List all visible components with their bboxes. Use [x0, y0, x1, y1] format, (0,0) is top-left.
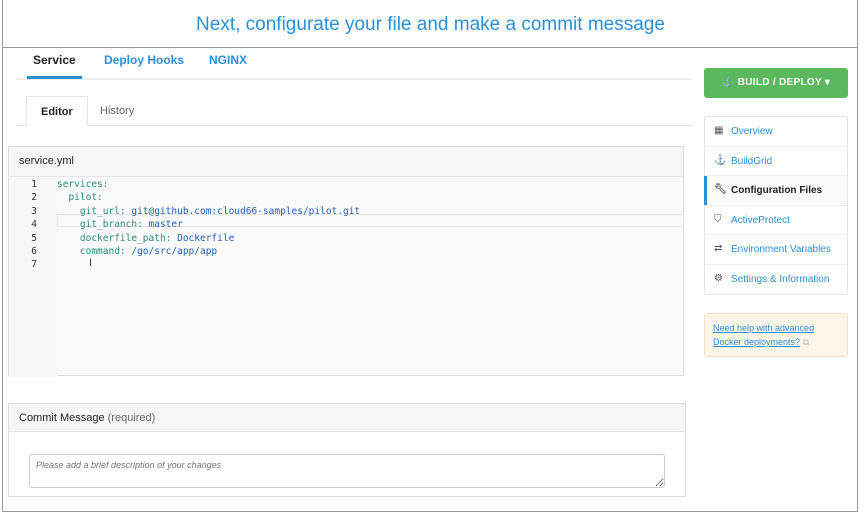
- sidebar-item-buildgrid[interactable]: ⚓ BuildGrid: [705, 147, 847, 176]
- code-text: pilot:: [57, 191, 103, 204]
- help-line-1: Need help with advanced: [713, 323, 815, 333]
- line-number: 2: [31, 192, 37, 204]
- code-text: git_branch: master: [57, 218, 183, 231]
- tab-history[interactable]: History: [86, 96, 148, 127]
- sidebar-nav: ▦ Overview ⚓ BuildGrid 🔧︎ Configuration Fil…: [704, 116, 848, 295]
- line-number: 4: [31, 219, 37, 231]
- code-area[interactable]: 1 services: 2 pilot: 3 git_url: git@github.…: [9, 178, 685, 272]
- tab-service[interactable]: Service: [27, 53, 82, 79]
- yaml-key: git_branch:: [57, 219, 143, 231]
- grid-icon: ▦: [714, 125, 724, 136]
- caret-down-icon: ▾: [824, 77, 831, 88]
- buildgrid-icon: ⚓: [721, 77, 735, 88]
- code-line: 6 command: /go/src/app/app: [9, 245, 685, 258]
- line-number: 3: [31, 205, 37, 217]
- exchange-icon: ⇄: [714, 243, 723, 254]
- commit-message-input[interactable]: [29, 454, 665, 488]
- yaml-value: /go/src/app/app: [125, 245, 218, 257]
- code-line: 4 git_branch: master: [9, 218, 685, 231]
- service-tabs: Service Deploy Hooks NGINX: [16, 48, 692, 80]
- sidebar-item-overview[interactable]: ▦ Overview: [705, 117, 847, 147]
- commit-required: (required): [107, 412, 156, 424]
- editor-filename: service.yml: [9, 147, 683, 177]
- code-editor[interactable]: service.yml 1 services: 2 pilot: 3 git_url:…: [8, 146, 685, 377]
- line-number: 7: [31, 259, 37, 271]
- line-number: 6: [31, 245, 37, 257]
- help-line-2: Docker deployments?: [713, 337, 801, 347]
- help-box: Need help with advanced Docker deployment…: [704, 313, 848, 357]
- code-line: 5 dockerfile_path: Dockerfile: [9, 232, 685, 245]
- yaml-key: pilot:: [57, 192, 103, 204]
- sidebar-item-label: BuildGrid: [731, 155, 773, 167]
- code-text: command: /go/src/app/app: [57, 245, 217, 258]
- yaml-key: git_url:: [57, 205, 126, 217]
- sidebar-item-configuration-files[interactable]: 🔧︎ Configuration Files: [704, 176, 847, 206]
- tab-deploy-hooks[interactable]: Deploy Hooks: [104, 53, 184, 67]
- commit-header: Commit Message (required): [9, 404, 685, 432]
- line-number: 5: [31, 232, 37, 244]
- yaml-value: git@github.com:cloud66-samples/pilot.git: [125, 205, 361, 217]
- code-text: dockerfile_path: Dockerfile: [57, 232, 234, 245]
- tab-editor[interactable]: Editor: [26, 96, 88, 127]
- commit-label: Commit Message: [19, 412, 105, 424]
- code-line: 1 services:: [9, 178, 685, 191]
- text-cursor-icon: I: [89, 257, 93, 269]
- sidebar-item-label: Settings & Information: [731, 273, 830, 285]
- page-title: Next, configurate your file and make a c…: [196, 14, 665, 35]
- line-number: 1: [31, 179, 37, 190]
- yaml-key: command:: [57, 245, 126, 257]
- yaml-value: Dockerfile: [171, 232, 235, 244]
- wrench-icon: 🔧︎: [714, 184, 727, 195]
- yaml-key: dockerfile_path:: [57, 232, 172, 244]
- help-link[interactable]: Need help with advanced Docker deployment…: [713, 323, 814, 347]
- build-deploy-label: BUILD / DEPLOY: [737, 77, 822, 88]
- gear-icon: ⚙: [714, 272, 723, 284]
- code-line: 2 pilot:: [9, 191, 685, 204]
- build-deploy-button[interactable]: ⚓ BUILD / DEPLOY ▾: [704, 68, 848, 98]
- code-text: git_url: git@github.com:cloud66-samples/…: [57, 205, 360, 218]
- yaml-key: services:: [57, 179, 109, 190]
- sidebar-item-label: Environment Variables: [731, 244, 831, 255]
- sidebar-item-label: Configuration Files: [731, 185, 823, 196]
- code-text: services:: [57, 178, 108, 191]
- editor-tabs: Editor History: [16, 96, 692, 127]
- external-link-icon: ⧉: [802, 337, 809, 347]
- code-line: 3 git_url: git@github.com:cloud66-sample…: [9, 205, 685, 218]
- sidebar-item-label: ActiveProtect: [731, 214, 790, 226]
- yaml-value: master: [142, 219, 183, 231]
- code-line: 7: [9, 258, 685, 271]
- shield-icon: ⛉: [714, 213, 722, 225]
- sidebar-item-settings[interactable]: ⚙ Settings & Information: [705, 265, 847, 295]
- sidebar: ⚓ BUILD / DEPLOY ▾ ▦ Overview ⚓ BuildGrid …: [704, 68, 848, 357]
- commit-panel: Commit Message (required): [8, 403, 686, 497]
- sidebar-item-activeprotect[interactable]: ⛉ ActiveProtect: [705, 206, 847, 235]
- sidebar-item-environment-variables[interactable]: ⇄ Environment Variables: [705, 235, 847, 265]
- tab-nginx[interactable]: NGINX: [209, 53, 247, 67]
- buildgrid-icon: ⚓: [714, 154, 727, 166]
- sidebar-item-label: Overview: [731, 126, 773, 137]
